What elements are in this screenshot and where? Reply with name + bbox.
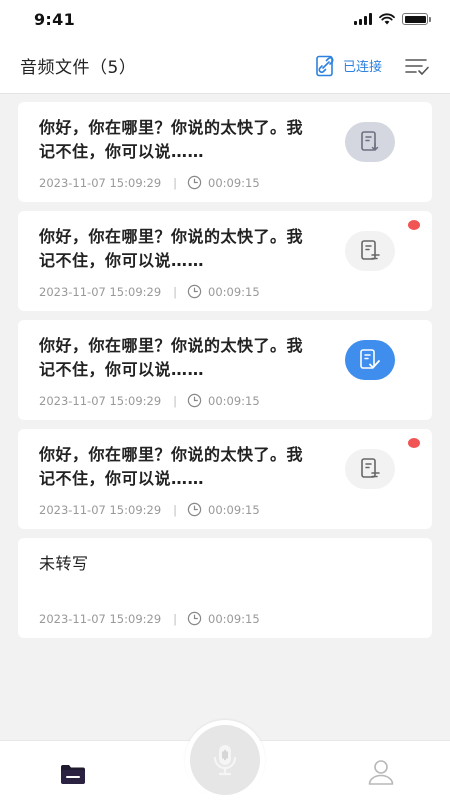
meta-separator: | (173, 502, 178, 517)
unread-dot (408, 438, 420, 448)
recording-date: 2023-11-07 15:09:29 (39, 284, 162, 299)
document-transcribe-icon (361, 458, 380, 478)
audio-file-card[interactable]: 未转写 2023-11-07 15:09:29 | 00:09:15 (18, 538, 432, 638)
transcript-preview: 你好，你在哪里？你说的太快了。我记不住，你可以说…… (39, 445, 304, 488)
document-transcribe-icon (361, 240, 380, 260)
unread-dot (408, 220, 420, 230)
recording-date: 2023-11-07 15:09:29 (39, 611, 162, 626)
transcript-action-button[interactable] (345, 122, 395, 162)
card-meta: 2023-11-07 15:09:29 | 00:09:15 (39, 284, 260, 299)
recording-date: 2023-11-07 15:09:29 (39, 175, 162, 190)
header: 音频文件（5） 已连接 (0, 38, 450, 94)
header-actions: 已连接 (315, 55, 430, 77)
recording-date: 2023-11-07 15:09:29 (39, 393, 162, 408)
connection-status-label: 已连接 (342, 60, 382, 75)
transcript-preview: 你好，你在哪里？你说的太快了。我记不住，你可以说…… (39, 227, 304, 270)
meta-separator: | (173, 393, 178, 408)
cellular-signal-icon (354, 13, 372, 25)
status-time: 9:41 (34, 9, 75, 29)
card-meta: 2023-11-07 15:09:29 | 00:09:15 (39, 611, 260, 626)
transcript-action-button[interactable] (345, 231, 395, 271)
battery-icon (402, 13, 431, 25)
recording-duration: 00:09:15 (208, 502, 260, 517)
recording-date: 2023-11-07 15:09:29 (39, 502, 162, 517)
page-title: 音频文件（5） (20, 58, 137, 78)
wifi-icon (379, 13, 395, 25)
audio-file-card[interactable]: 你好，你在哪里？你说的太快了。我记不住，你可以说…… 2023-11-07 15… (18, 320, 432, 420)
clock-icon (187, 393, 202, 408)
transcript-action-button[interactable] (345, 340, 395, 380)
folder-icon[interactable] (58, 761, 88, 787)
transcript-preview: 你好，你在哪里？你说的太快了。我记不住，你可以说…… (39, 336, 304, 379)
meta-separator: | (173, 284, 178, 299)
user-icon[interactable] (366, 758, 396, 786)
audio-file-card[interactable]: 你好，你在哪里？你说的太快了。我记不住，你可以说…… 2023-11-07 15… (18, 429, 432, 529)
recording-duration: 00:09:15 (208, 611, 260, 626)
card-meta: 2023-11-07 15:09:29 | 00:09:15 (39, 393, 260, 408)
document-check-icon (360, 349, 380, 369)
status-bar: 9:41 (0, 0, 450, 38)
transcript-action-button[interactable] (345, 449, 395, 489)
transcript-status: 未转写 (39, 554, 89, 573)
list-select-icon[interactable] (404, 55, 430, 77)
clock-icon (187, 284, 202, 299)
record-button[interactable] (190, 725, 260, 795)
recording-duration: 00:09:15 (208, 175, 260, 190)
meta-separator: | (173, 611, 178, 626)
microphone-icon (213, 745, 237, 776)
transcript-preview: 你好，你在哪里？你说的太快了。我记不住，你可以说…… (39, 118, 304, 161)
audio-file-card[interactable]: 你好，你在哪里？你说的太快了。我记不住，你可以说…… 2023-11-07 15… (18, 102, 432, 202)
recording-duration: 00:09:15 (208, 284, 260, 299)
recording-duration: 00:09:15 (208, 393, 260, 408)
meta-separator: | (173, 175, 178, 190)
audio-file-card[interactable]: 你好，你在哪里？你说的太快了。我记不住，你可以说…… 2023-11-07 15… (18, 211, 432, 311)
clock-icon (187, 611, 202, 626)
clock-icon (187, 175, 202, 190)
status-icons (354, 13, 431, 25)
audio-file-list: 你好，你在哪里？你说的太快了。我记不住，你可以说…… 2023-11-07 15… (18, 102, 432, 647)
card-meta: 2023-11-07 15:09:29 | 00:09:15 (39, 175, 260, 190)
document-download-icon (361, 131, 379, 152)
device-link-icon (316, 55, 334, 76)
card-meta: 2023-11-07 15:09:29 | 00:09:15 (39, 502, 260, 517)
clock-icon (187, 502, 202, 517)
connection-status-button[interactable]: 已连接 (315, 55, 382, 77)
record-button-wrapper (185, 720, 265, 800)
